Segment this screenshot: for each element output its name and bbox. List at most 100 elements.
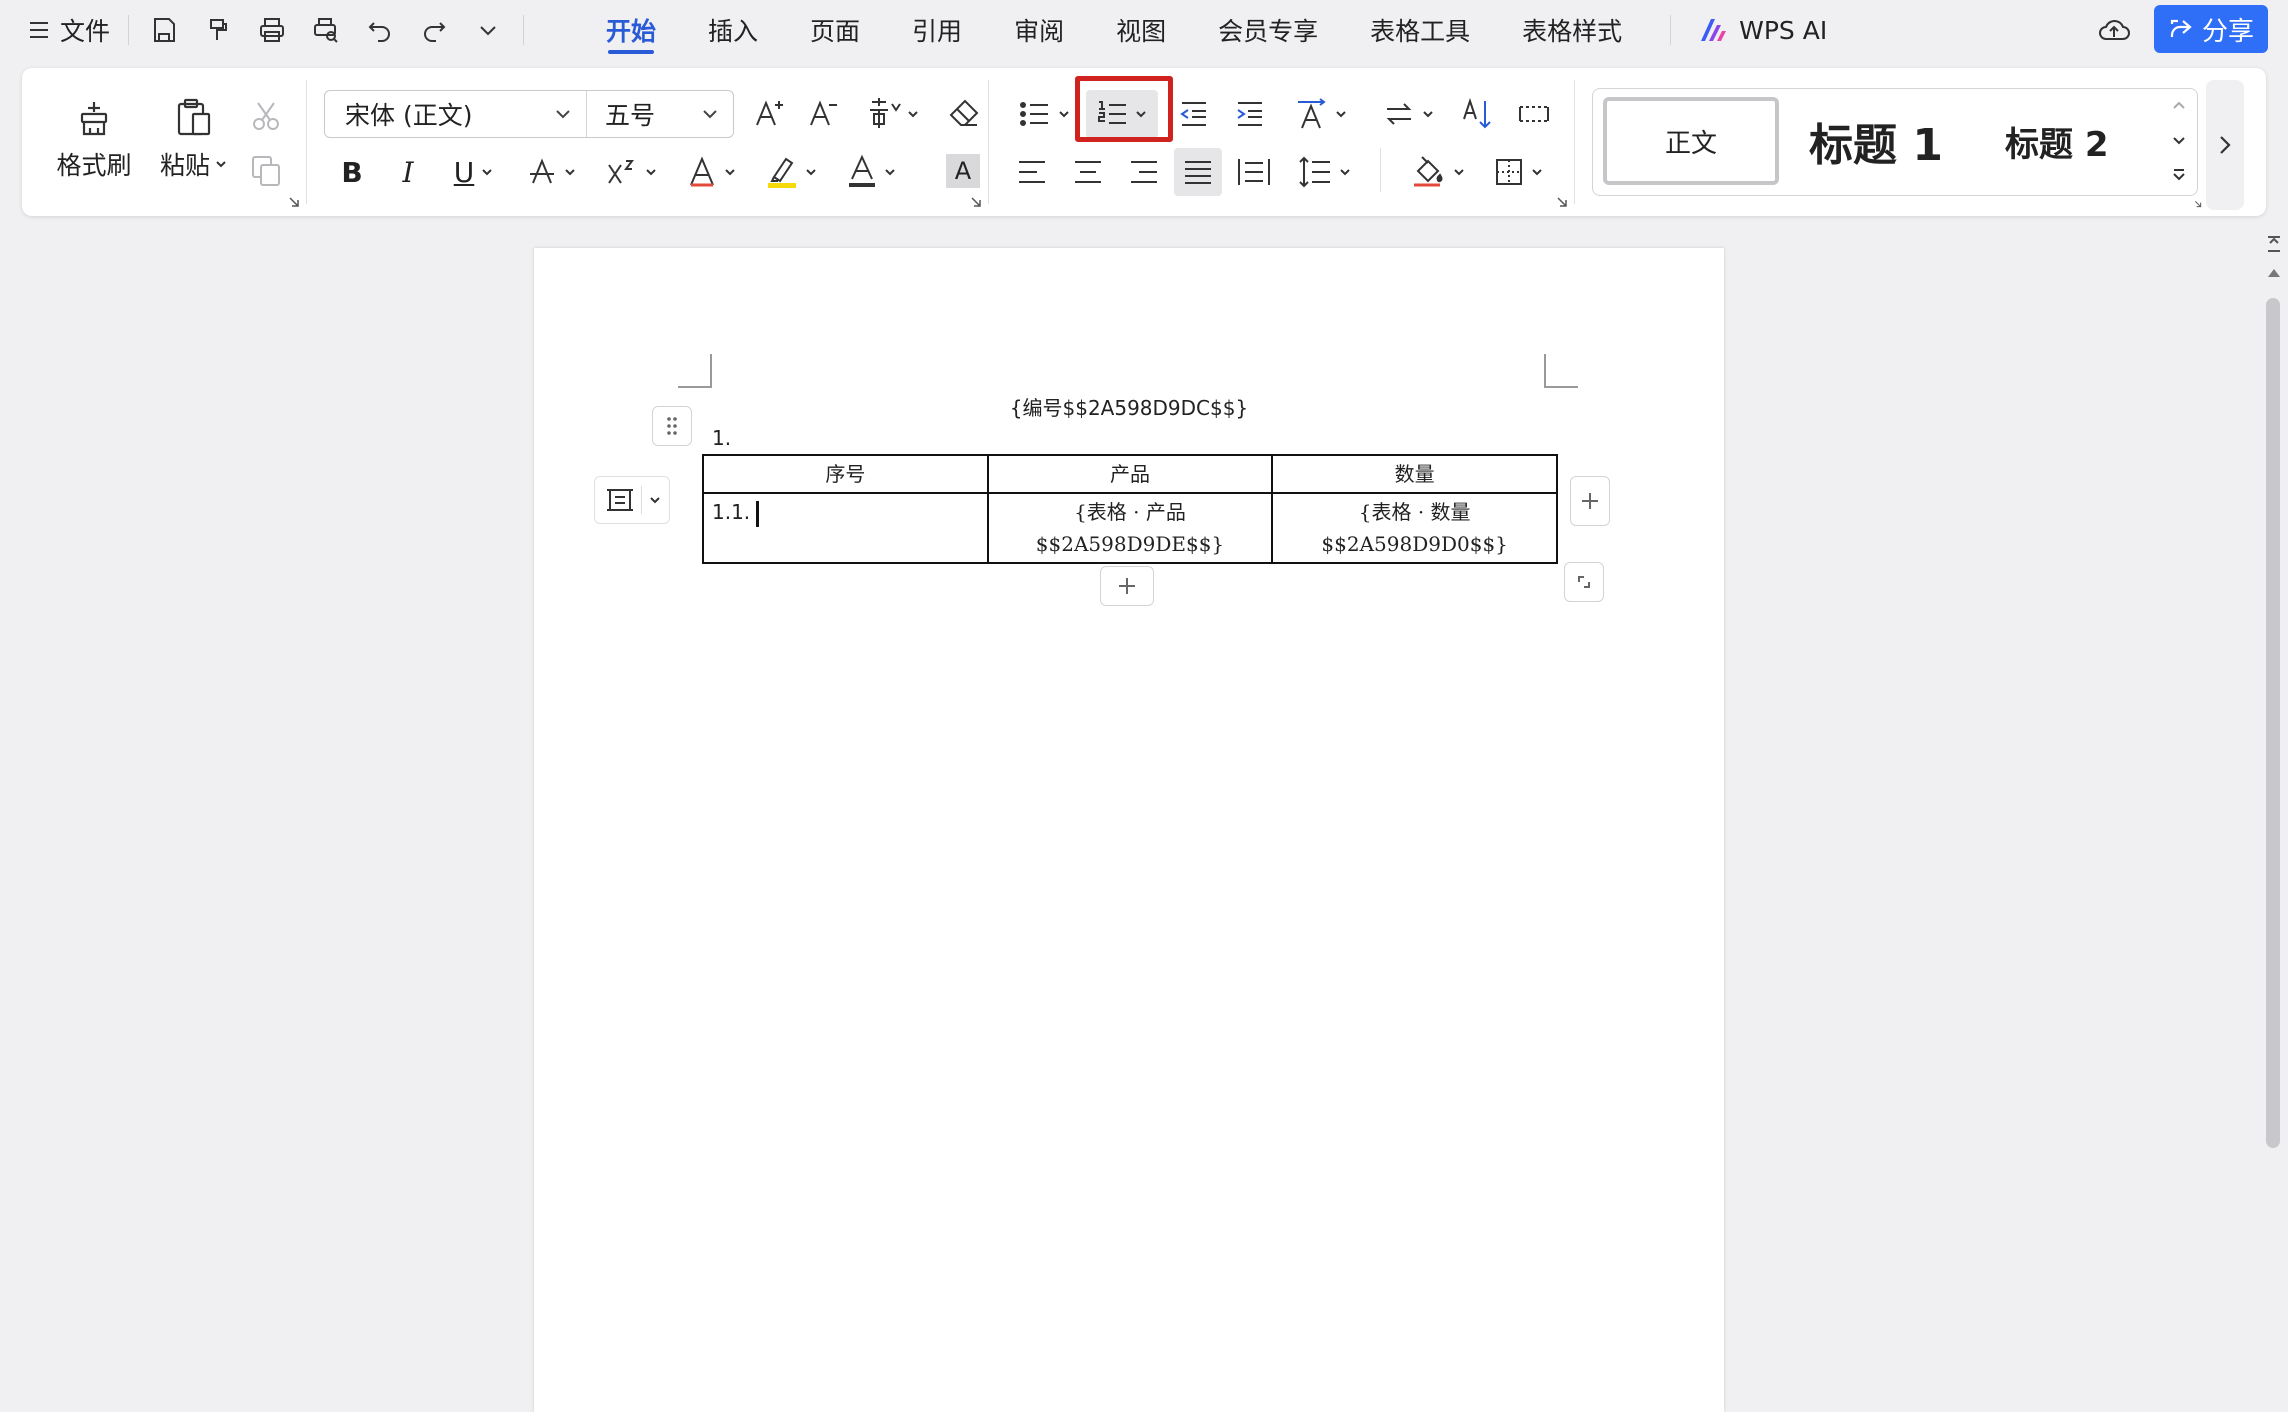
justify-icon (1185, 161, 1211, 184)
sort-button[interactable] (1458, 94, 1498, 134)
list-number[interactable]: 1. (712, 426, 731, 450)
phonetic-guide-icon (870, 98, 901, 128)
wps-ai-button[interactable]: WPS AI (1693, 16, 1827, 45)
print-icon[interactable] (255, 13, 289, 47)
text-effect-button[interactable] (682, 152, 742, 192)
character-shading-button[interactable]: A (946, 154, 980, 188)
divider (306, 80, 307, 204)
phonetic-guide-button[interactable] (860, 94, 926, 134)
gallery-scroll-down[interactable] (2169, 129, 2189, 153)
superscript-button[interactable] (602, 152, 662, 192)
undo-icon[interactable] (363, 13, 397, 47)
table-cell-number[interactable]: 1.1. (702, 492, 989, 564)
gallery-scroll-up[interactable] (2169, 95, 2189, 115)
paragraph-drag-handle[interactable] (652, 406, 692, 446)
font-launcher-icon[interactable] (970, 196, 982, 208)
character-shading-label: A (954, 157, 972, 185)
save-icon[interactable] (147, 13, 181, 47)
add-column-button[interactable] (1570, 476, 1610, 526)
table-tools-button[interactable] (594, 476, 670, 524)
cloud-upload-button[interactable] (2094, 10, 2134, 50)
clipboard-launcher-icon[interactable] (288, 196, 300, 208)
table-header-cell[interactable]: 序号 (702, 454, 989, 494)
chevron-down-icon (216, 161, 226, 168)
tab-home[interactable]: 开始 (580, 0, 682, 60)
text-effect-icon (690, 156, 714, 187)
align-left-icon (1019, 161, 1045, 183)
vertical-scrollbar-thumb[interactable] (2266, 298, 2280, 1148)
grow-font-button[interactable] (750, 94, 790, 134)
style-normal[interactable]: 正文 (1603, 97, 1779, 185)
redo-icon[interactable] (417, 13, 451, 47)
increase-indent-button[interactable] (1230, 94, 1270, 134)
divider (1670, 15, 1672, 45)
share-button[interactable]: 分享 (2154, 5, 2268, 53)
strikethrough-button[interactable] (522, 152, 582, 192)
decrease-indent-button[interactable] (1174, 94, 1214, 134)
highlight-color-button[interactable] (762, 152, 822, 192)
chevron-down-icon (650, 497, 660, 504)
chevron-down-icon (1454, 169, 1464, 176)
numbered-list-button[interactable] (1086, 90, 1158, 138)
document-title[interactable]: {编号$$2A598D9DC$$} (534, 392, 1724, 421)
borders-button[interactable] (1486, 152, 1552, 192)
borders-icon (1496, 159, 1522, 185)
ribbon-scroll-right[interactable] (2206, 80, 2244, 210)
shading-button[interactable] (1406, 152, 1472, 192)
table-cell-product[interactable]: {表格 · 产品 $$2A598D9DE$$} (986, 492, 1274, 564)
format-painter-icon (80, 102, 108, 136)
tab-view[interactable]: 视图 (1090, 0, 1192, 60)
style-heading-2[interactable]: 标题 2 (2005, 117, 2109, 166)
line-spacing-button[interactable] (1294, 152, 1356, 192)
styles-launcher-icon[interactable] (2194, 200, 2202, 208)
numbered-list-icon (1098, 101, 1126, 124)
paragraph-launcher-icon[interactable] (1556, 196, 1568, 208)
format-painter-button[interactable]: 格式刷 (52, 90, 136, 190)
paste-button[interactable]: 粘贴 (152, 90, 236, 190)
tab-table-tools[interactable]: 表格工具 (1344, 0, 1496, 60)
format-painter-quick-icon[interactable] (201, 13, 235, 47)
italic-button[interactable]: I (388, 152, 428, 192)
tab-insert[interactable]: 插入 (682, 0, 784, 60)
font-name-dropdown[interactable]: 宋体 (正文) (325, 91, 587, 137)
text-direction-button[interactable] (1290, 94, 1352, 134)
file-menu[interactable]: 文件 (30, 12, 110, 48)
print-preview-icon[interactable] (309, 13, 343, 47)
underline-button[interactable]: U (444, 152, 504, 192)
tab-table-style[interactable]: 表格样式 (1496, 0, 1648, 60)
chevron-down-icon (565, 169, 575, 176)
gallery-expand[interactable] (2169, 163, 2189, 187)
show-hide-marks-button[interactable] (1514, 94, 1554, 134)
swap-direction-button[interactable] (1378, 94, 1440, 134)
align-left-button[interactable] (1012, 152, 1052, 192)
bold-button[interactable]: B (332, 152, 372, 192)
justify-button[interactable] (1174, 148, 1222, 196)
align-center-button[interactable] (1068, 152, 1108, 192)
clear-format-button[interactable] (944, 94, 984, 134)
bullet-list-button[interactable] (1012, 94, 1078, 134)
line-spacing-icon (1299, 156, 1330, 188)
ribbon-toolbar: 格式刷 粘贴 宋体 (正文) 五号 B I U A 正文 标题 1 标题 2 (22, 68, 2266, 216)
tab-review[interactable]: 审阅 (988, 0, 1090, 60)
resize-table-button[interactable] (1564, 562, 1604, 602)
scroll-up-icon[interactable] (2266, 266, 2282, 282)
style-heading-1[interactable]: 标题 1 (1809, 109, 1943, 173)
distribute-button[interactable] (1234, 152, 1274, 192)
font-size-dropdown[interactable]: 五号 (587, 91, 733, 137)
chevron-down-icon[interactable] (471, 13, 505, 47)
copy-button[interactable] (246, 150, 286, 190)
tab-references[interactable]: 引用 (886, 0, 988, 60)
divider (128, 15, 130, 45)
cut-button[interactable] (246, 96, 286, 136)
add-row-button[interactable] (1100, 566, 1154, 606)
tab-member[interactable]: 会员专享 (1192, 0, 1344, 60)
scroll-to-top-icon[interactable] (2264, 234, 2284, 254)
table-header-cell[interactable]: 数量 (1271, 454, 1558, 494)
table-header-cell[interactable]: 产品 (986, 454, 1274, 494)
table-cell-quantity[interactable]: {表格 · 数量 $$2A598D9D0$$} (1271, 492, 1558, 564)
tab-page[interactable]: 页面 (784, 0, 886, 60)
shrink-font-button[interactable] (804, 94, 844, 134)
chevron-down-icon (1136, 111, 1146, 118)
align-right-button[interactable] (1124, 152, 1164, 192)
font-color-button[interactable] (842, 152, 902, 192)
